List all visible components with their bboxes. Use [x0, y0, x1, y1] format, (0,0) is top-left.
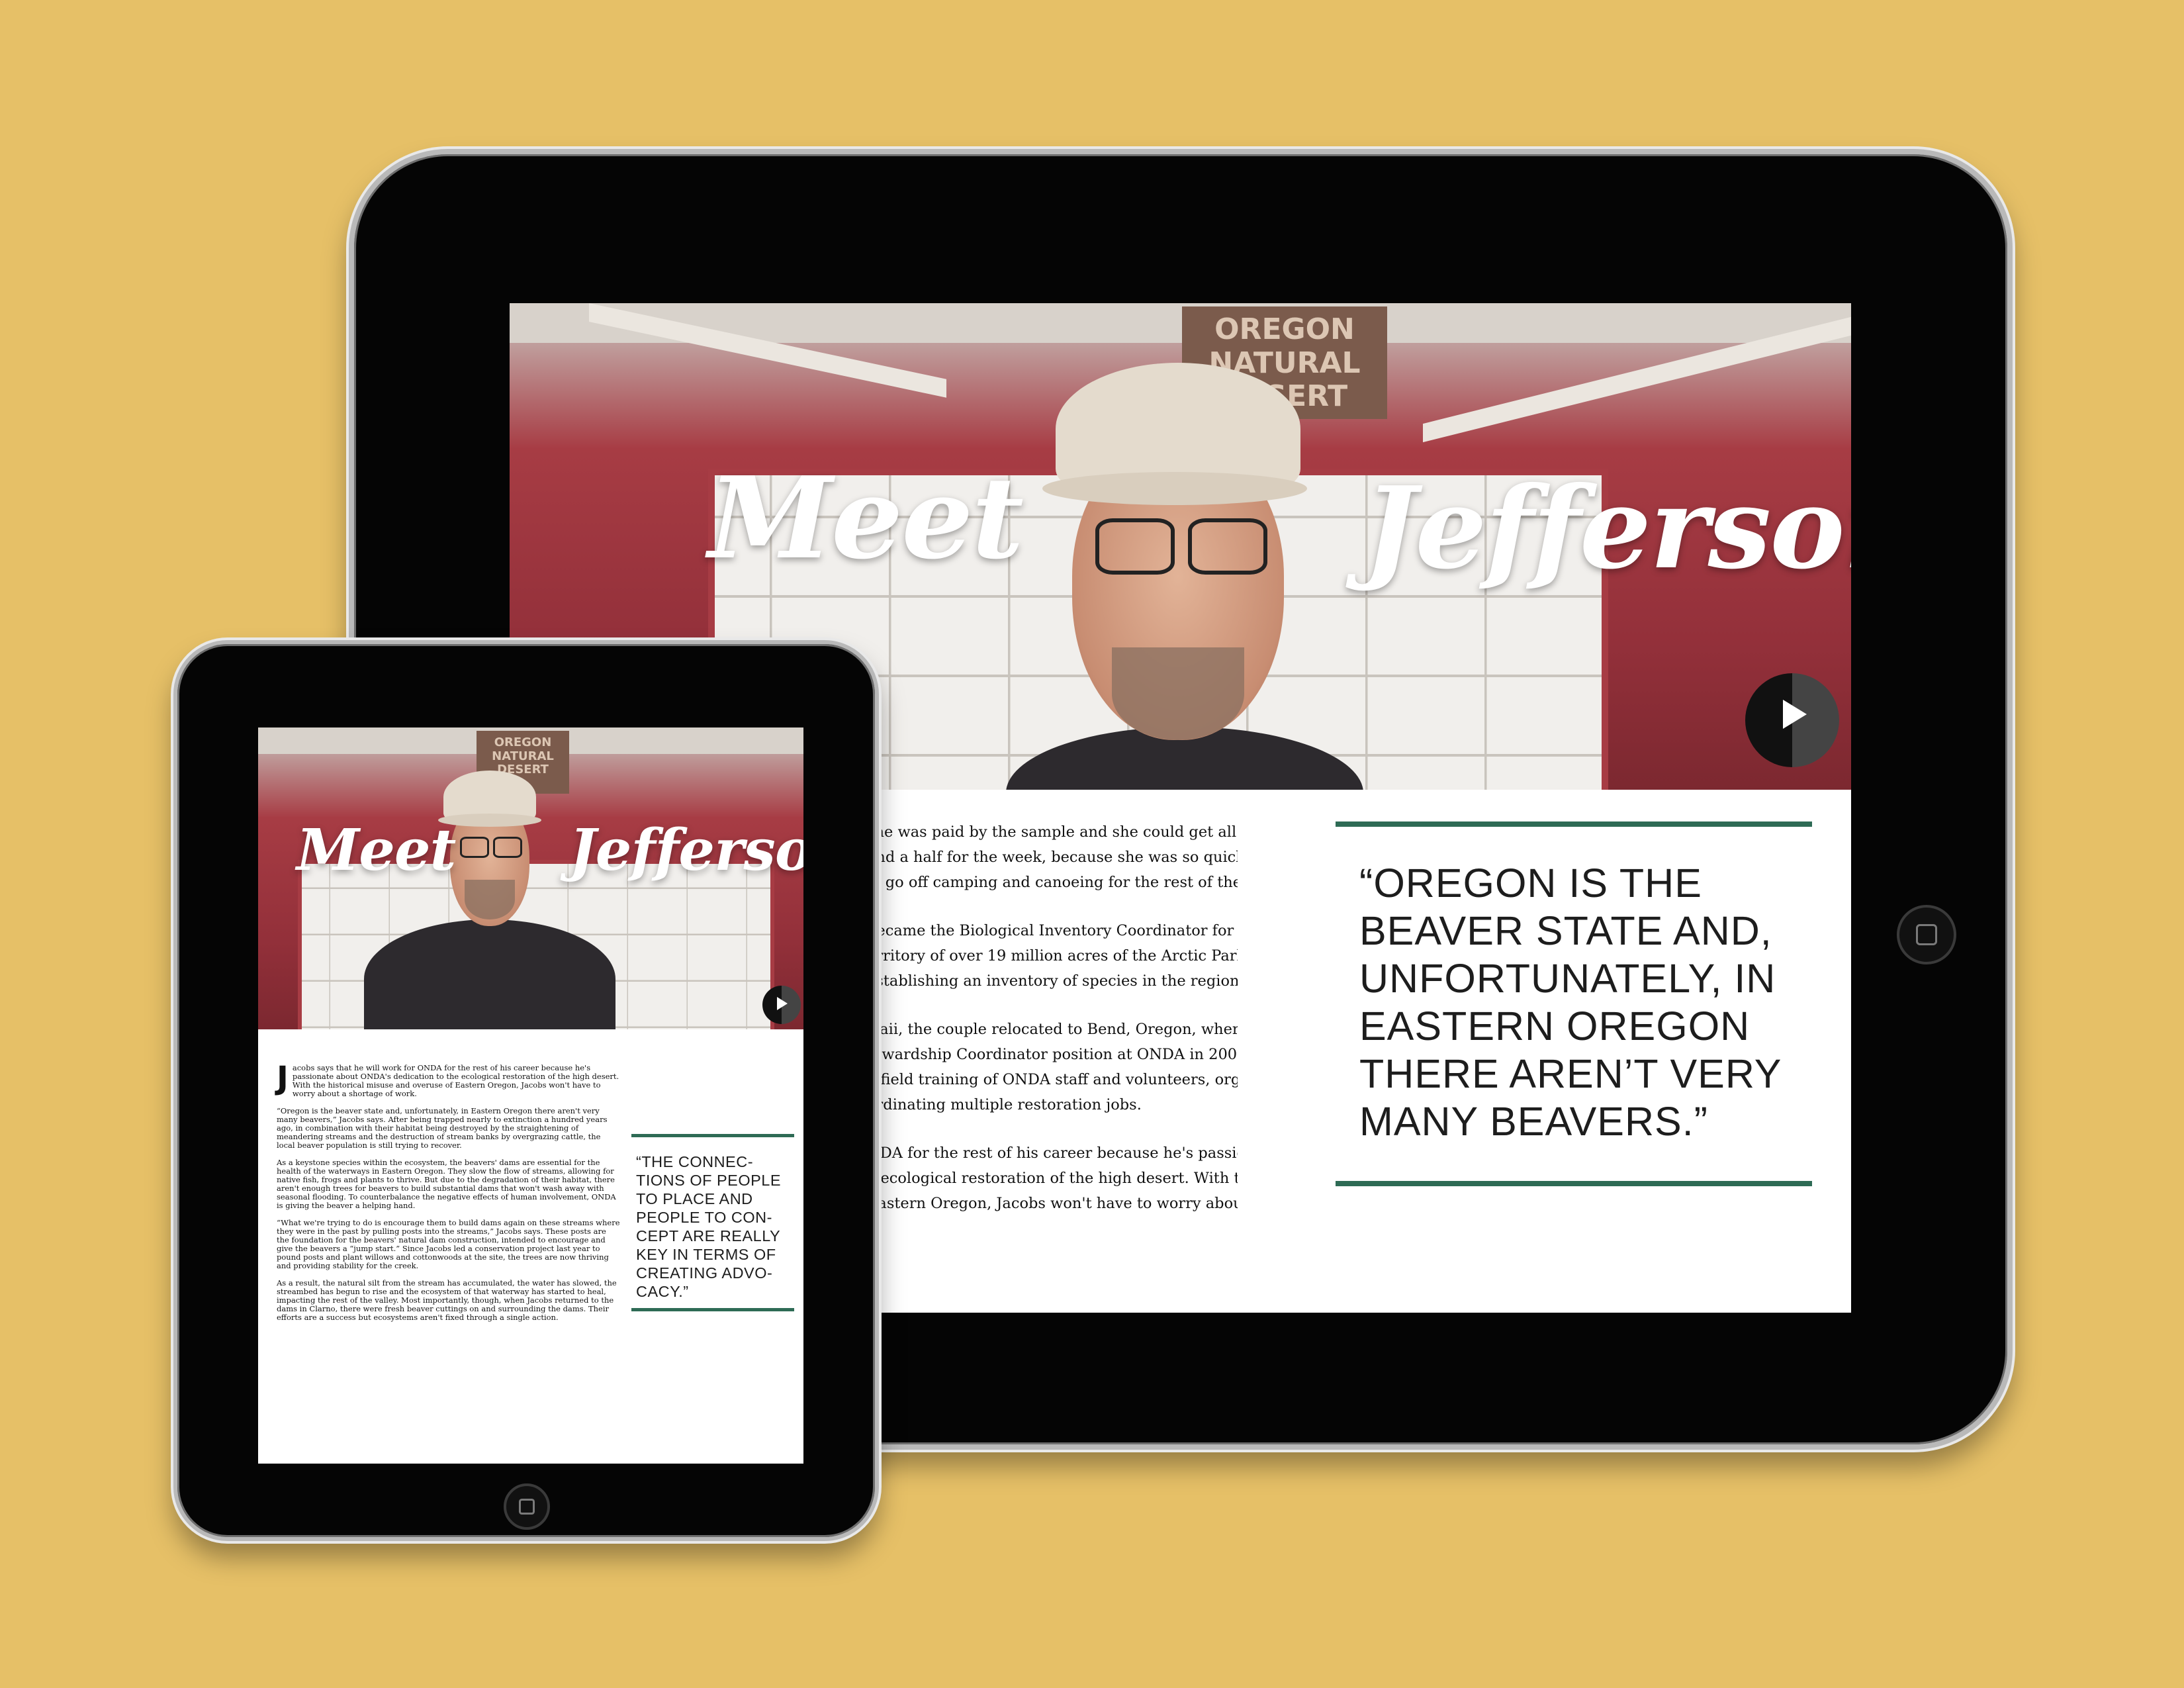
pull-quote-text: “THE CONNEC-TIONS OF PEOPLE TO PLACE AND… — [636, 1153, 782, 1300]
drop-cap: J — [277, 1060, 289, 1097]
paragraph: waii, the couple relocated to Bend, Oreg… — [867, 1021, 1238, 1113]
hero-title-name: Jefferson — [1363, 462, 1851, 594]
tablet-portrait-screen: OREGON NATURAL DESERT Meet Jefferson Jac… — [258, 727, 803, 1464]
quote-rule-top — [1336, 821, 1812, 827]
pull-quote-text: “OREGON IS THE BEAVER STATE AND, UNFORTU… — [1359, 861, 1782, 1144]
paragraph: Jacobs says that he will work for ONDA f… — [277, 1060, 619, 1098]
paragraph: she was paid by the sample and she could… — [867, 823, 1238, 891]
home-button[interactable] — [504, 1483, 550, 1530]
paragraph: “Oregon is the beaver state and, unfortu… — [277, 1106, 608, 1150]
article-body: she was paid by the sample and she could… — [867, 820, 1238, 1239]
play-video-button[interactable] — [1745, 673, 1839, 767]
article-body: Jacobs says that he will work for ONDA f… — [277, 1060, 621, 1331]
portrait-subject — [364, 761, 615, 1029]
paragraph: As a keystone species within the ecosyst… — [277, 1158, 616, 1210]
hero-title-name: Jefferson — [569, 817, 803, 884]
paragraph: became the Biological Inventory Coordina… — [867, 922, 1238, 990]
play-video-button[interactable] — [762, 986, 801, 1024]
portrait-subject — [1006, 356, 1363, 790]
hero-title-meet: Meet — [296, 817, 456, 884]
quote-rule-bottom — [1336, 1181, 1812, 1186]
paragraph: As a result, the natural silt from the s… — [277, 1278, 617, 1322]
hero-photo: OREGON NATURAL DESERT Meet Jefferson — [258, 727, 803, 1029]
paragraph: “What we're trying to do is encourage th… — [277, 1218, 620, 1270]
quote-rule-top — [631, 1134, 794, 1137]
hero-title-meet: Meet — [708, 452, 1024, 585]
paragraph: NDA for the rest of his career because h… — [867, 1145, 1238, 1212]
home-button[interactable] — [1897, 905, 1956, 964]
quote-rule-bottom — [631, 1308, 794, 1311]
tablet-portrait: OREGON NATURAL DESERT Meet Jefferson Jac… — [173, 640, 879, 1541]
